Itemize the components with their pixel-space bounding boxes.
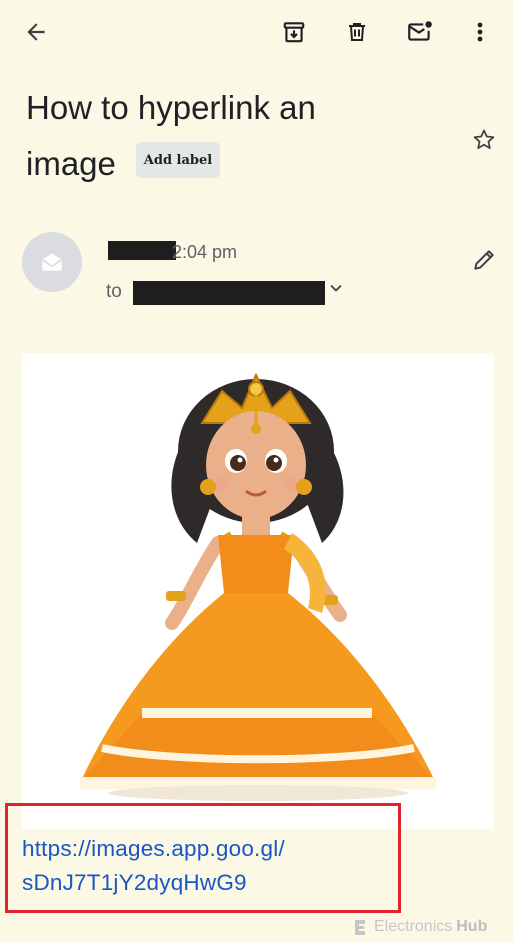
email-subject-line-1: How to hyperlink an — [26, 89, 316, 126]
chevron-down-icon — [330, 284, 342, 292]
arrow-back-icon — [27, 23, 45, 41]
mark-unread-icon — [408, 21, 432, 41]
more-vert-icon — [477, 22, 483, 42]
electronics-hub-watermark: Electronics Hub — [352, 915, 487, 939]
hyperlink-line-2[interactable]: sDnJ7T1jY2dyqHwG9 — [22, 870, 247, 896]
more-options-button[interactable] — [462, 14, 498, 50]
delete-button[interactable] — [339, 14, 375, 50]
princess-illustration — [80, 372, 436, 801]
watermark-text-2: Hub — [456, 918, 488, 935]
pencil-icon — [474, 250, 494, 270]
archive-button[interactable] — [276, 14, 312, 50]
redacted-sender-name — [108, 241, 176, 260]
star-button[interactable] — [466, 122, 502, 158]
recipient-label: to — [106, 281, 122, 302]
mark-unread-button[interactable] — [402, 14, 438, 50]
star-outline-icon — [473, 129, 495, 149]
email-subject-line-2: image — [26, 145, 116, 182]
redacted-recipient — [133, 281, 325, 305]
electronics-hub-logo-icon — [355, 920, 365, 935]
expand-details-button[interactable] — [326, 278, 346, 298]
sender-avatar[interactable] — [22, 232, 82, 292]
edit-button[interactable] — [466, 242, 502, 278]
watermark-text-1: Electronics — [374, 918, 453, 935]
email-embedded-image[interactable] — [22, 353, 494, 829]
archive-icon — [283, 22, 305, 43]
email-time: 2:04 pm — [172, 242, 238, 262]
hyperlink-line-1[interactable]: https://images.app.goo.gl/ — [22, 836, 285, 862]
sender-avatar-icon — [41, 253, 63, 271]
back-button[interactable] — [18, 14, 54, 50]
delete-icon — [349, 23, 365, 41]
add-label-button[interactable]: Add label — [136, 142, 220, 178]
